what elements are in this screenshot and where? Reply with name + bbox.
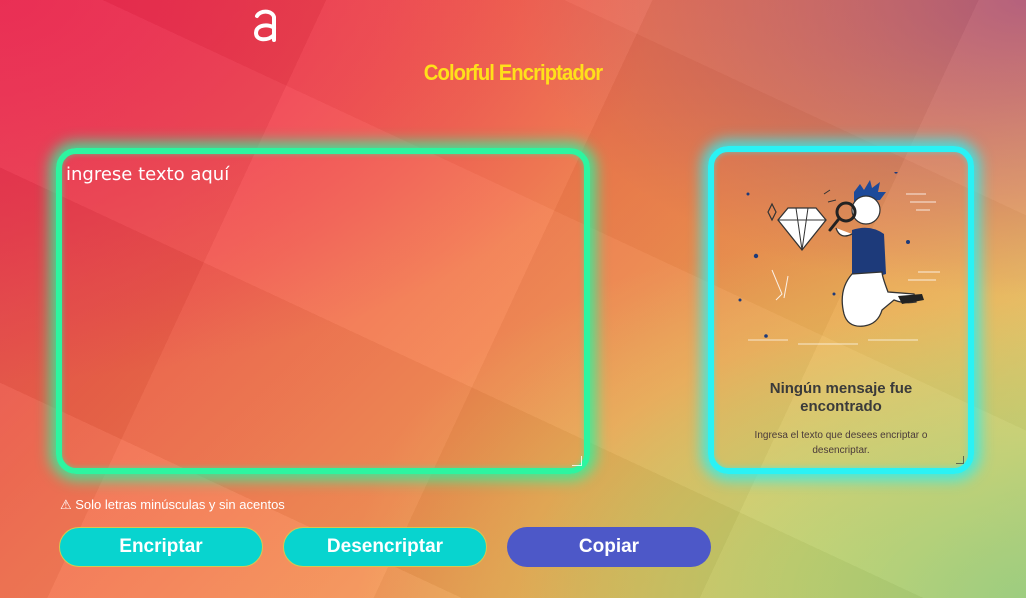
- page-title: Colorful Encriptador: [423, 60, 603, 85]
- empty-state-title: Ningún mensaje fue encontrado: [769, 380, 913, 415]
- person-magnifier-illustration-icon: [738, 172, 940, 345]
- empty-state-description: Ingresa el texto que desees encriptar o …: [754, 430, 928, 456]
- resize-handle-icon[interactable]: [572, 456, 582, 466]
- decrypt-button[interactable]: Desencriptar: [283, 527, 487, 567]
- alura-logo-icon: [253, 9, 276, 42]
- message-input[interactable]: [62, 154, 584, 468]
- encrypt-button[interactable]: Encriptar: [59, 527, 263, 567]
- resize-handle-icon[interactable]: [956, 456, 964, 464]
- input-hint: ⚠ Solo letras minúsculas y sin acentos: [60, 497, 285, 512]
- copy-button[interactable]: Copiar: [507, 527, 711, 567]
- input-panel: [56, 148, 590, 474]
- output-panel: Ningún mensaje fue encontrado Ingresa el…: [708, 146, 974, 474]
